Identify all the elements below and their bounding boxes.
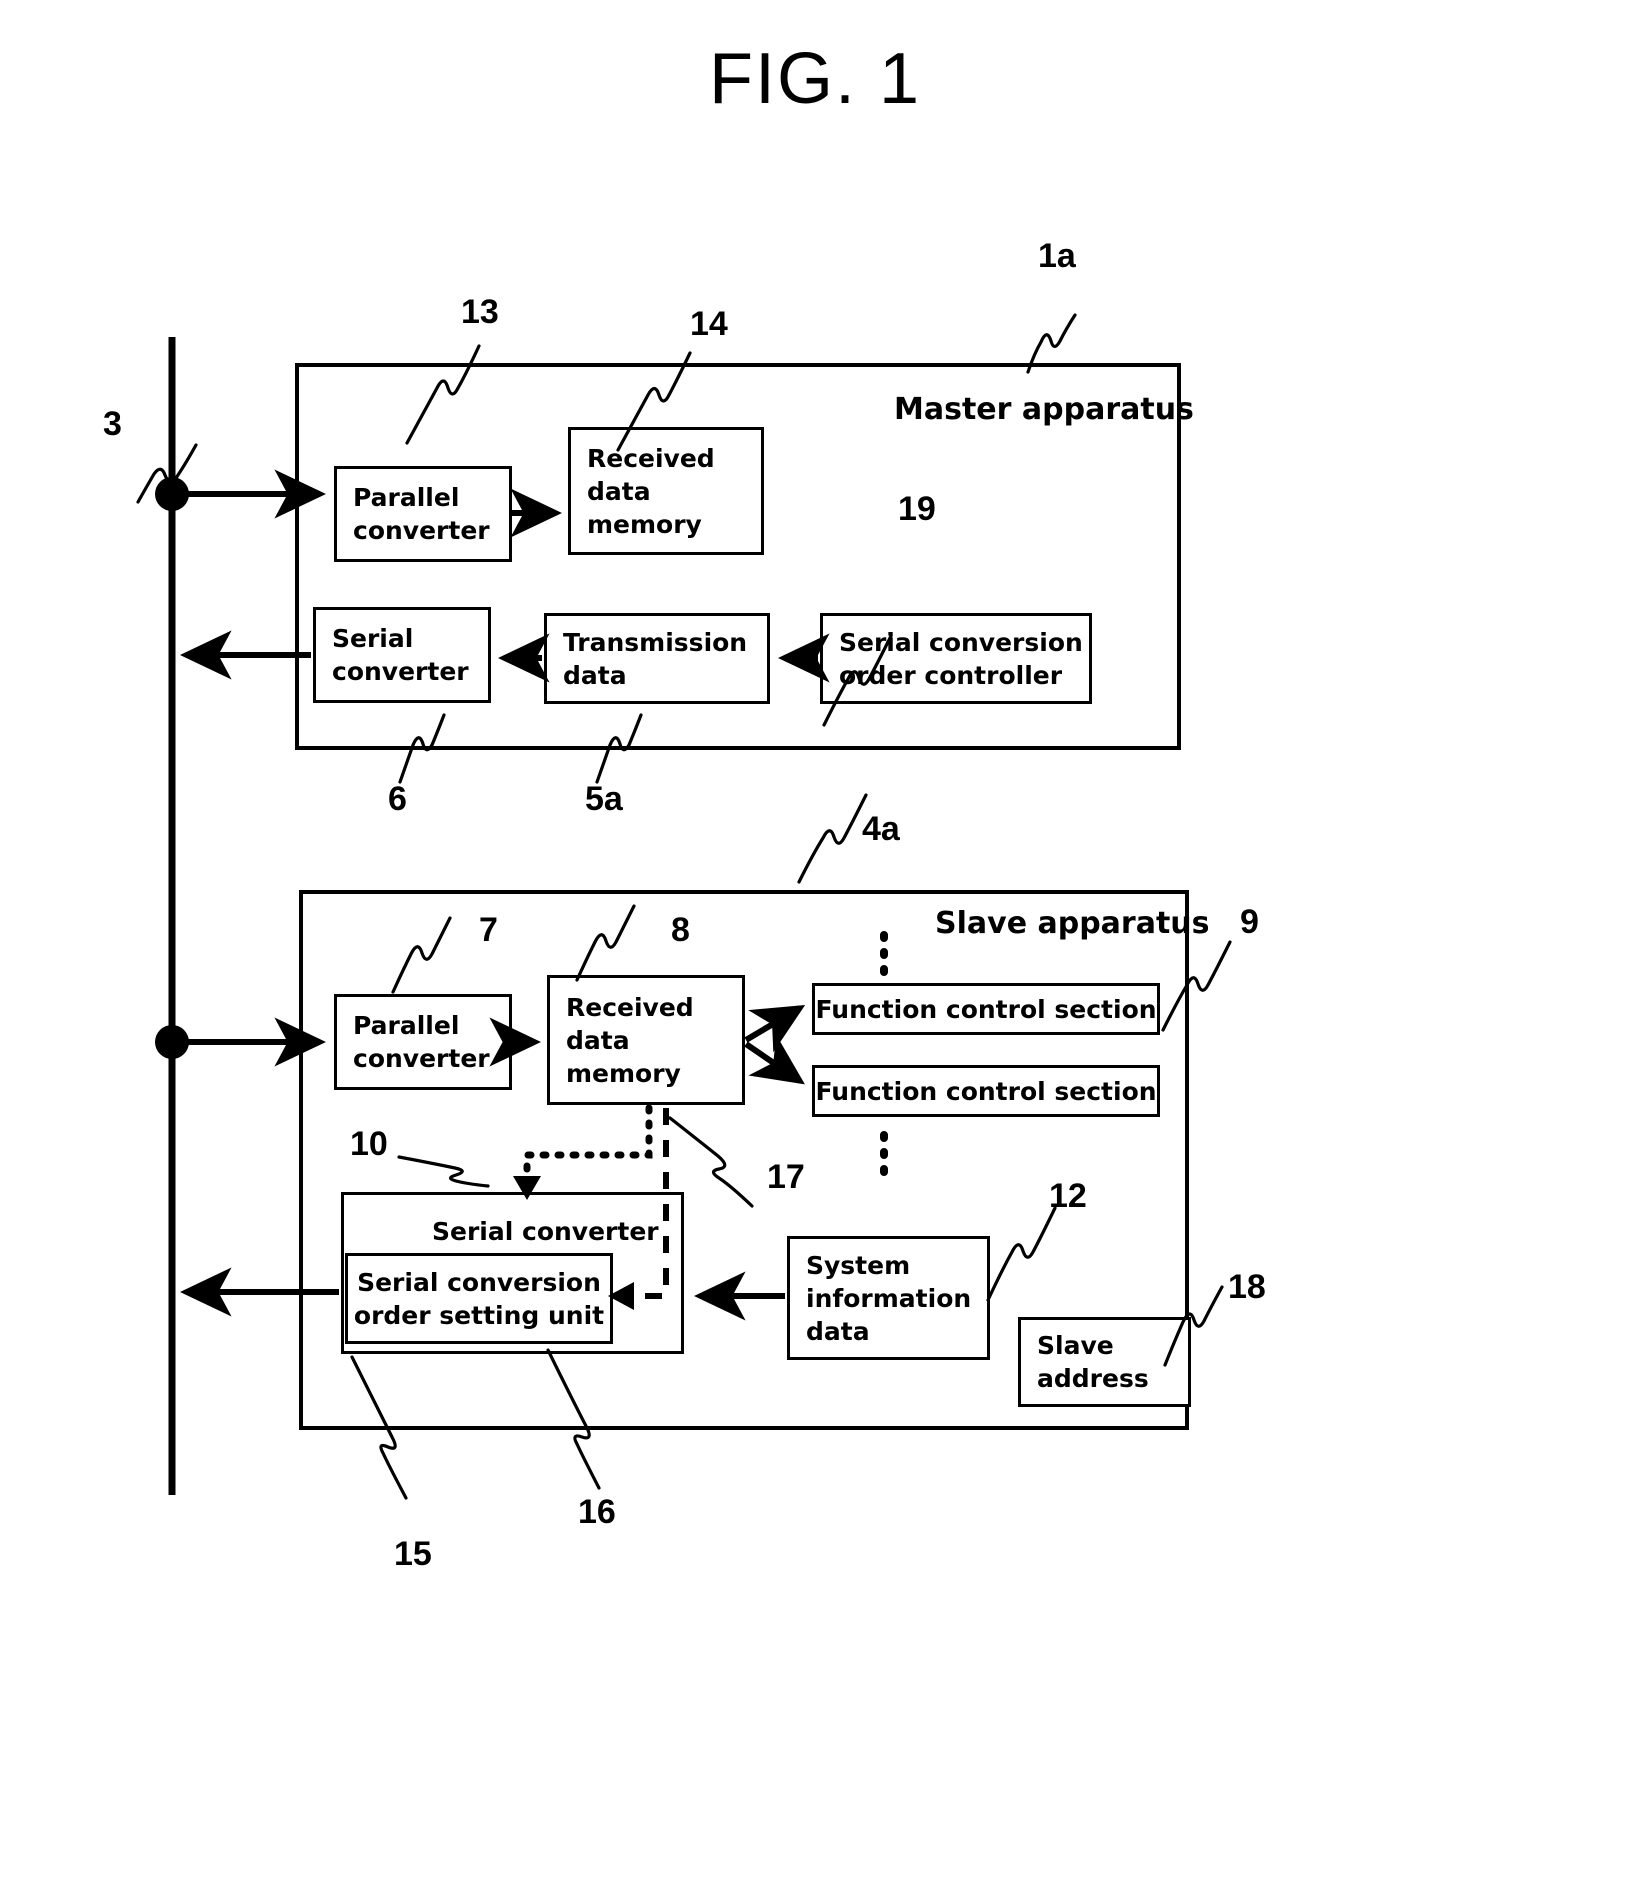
block-line: converter <box>332 657 469 686</box>
master-transmission-data-block[interactable]: Transmission data <box>544 613 770 704</box>
ref-9: 9 <box>1240 903 1259 941</box>
ref-13: 13 <box>461 293 499 331</box>
block-line: address <box>1037 1364 1149 1393</box>
block-line: data <box>566 1025 630 1055</box>
block-line: Parallel <box>353 1011 460 1040</box>
master-parallel-converter-block[interactable]: Parallel converter <box>334 466 512 562</box>
block-line: memory <box>566 1058 681 1088</box>
ref-10: 10 <box>350 1125 388 1163</box>
block-line: Transmission <box>563 627 748 657</box>
ref-6: 6 <box>388 780 407 818</box>
block-line: Serial conversion <box>357 1267 601 1297</box>
block-line: Function control section <box>815 994 1157 1024</box>
slave-system-information-data-block[interactable]: System information data <box>787 1236 990 1360</box>
slave-parallel-converter-block[interactable]: Parallel converter <box>334 994 512 1090</box>
slave-function-control-section-2-block[interactable]: Function control section <box>812 1065 1160 1117</box>
ref-18: 18 <box>1228 1268 1266 1306</box>
slave-apparatus-label: Slave apparatus <box>935 906 1210 941</box>
figure-title: FIG. 1 <box>708 39 922 119</box>
block-line: data <box>806 1316 870 1346</box>
bus-junction-dot-master <box>155 477 189 511</box>
block-line: order controller <box>839 660 1063 690</box>
ref-5a: 5a <box>585 780 623 818</box>
block-line: information <box>806 1283 972 1313</box>
block-line: Received <box>587 443 715 473</box>
block-line: Received <box>566 992 694 1022</box>
ref-17: 17 <box>767 1158 805 1196</box>
ref-15: 15 <box>394 1535 432 1573</box>
leader-3 <box>136 443 198 504</box>
slave-address-block[interactable]: Slave address <box>1018 1317 1191 1407</box>
ref-4a: 4a <box>862 810 900 848</box>
slave-serial-conversion-order-setting-unit-block[interactable]: Serial conversion order setting unit <box>345 1253 613 1344</box>
ref-8: 8 <box>671 911 690 949</box>
ref-14: 14 <box>690 305 728 343</box>
ref-7: 7 <box>479 911 498 949</box>
block-line: Slave <box>1037 1331 1114 1360</box>
master-received-data-memory-block[interactable]: Received data memory <box>568 427 764 555</box>
slave-received-data-memory-block[interactable]: Received data memory <box>547 975 745 1105</box>
block-line: Serial <box>332 624 414 653</box>
block-line: converter <box>353 516 490 545</box>
block-line: System <box>806 1250 911 1280</box>
leader-4a <box>797 793 868 884</box>
block-line: order setting unit <box>353 1300 605 1330</box>
slave-function-control-section-1-block[interactable]: Function control section <box>812 983 1160 1035</box>
block-line: Function control section <box>815 1076 1157 1106</box>
master-serial-conversion-order-controller-block[interactable]: Serial conversion order controller <box>820 613 1092 704</box>
block-line: data <box>587 476 651 506</box>
ref-12: 12 <box>1049 1177 1087 1215</box>
master-apparatus-label: Master apparatus <box>894 392 1194 427</box>
figure-canvas: FIG. 1 Master apparatus Parallel convert… <box>0 0 1630 1897</box>
ref-3: 3 <box>103 405 122 443</box>
ref-16: 16 <box>578 1493 616 1531</box>
block-line: Serial conversion <box>839 627 1083 657</box>
slave-serial-converter-label: Serial converter <box>432 1217 659 1246</box>
block-line: memory <box>587 509 702 539</box>
block-line: data <box>563 660 627 690</box>
ref-1a: 1a <box>1038 237 1076 275</box>
ref-19: 19 <box>898 490 936 528</box>
block-line: converter <box>353 1044 490 1073</box>
master-serial-converter-block[interactable]: Serial converter <box>313 607 491 703</box>
bus-junction-dot-slave <box>155 1025 189 1059</box>
block-line: Parallel <box>353 483 460 512</box>
